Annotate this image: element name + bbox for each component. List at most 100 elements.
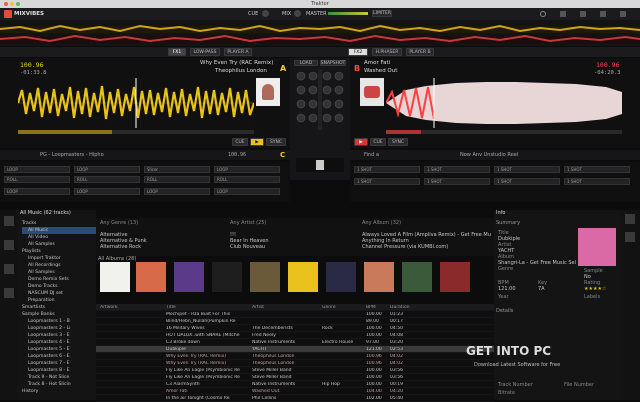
- explorer-icon[interactable]: [4, 264, 14, 274]
- cue-volume-knob[interactable]: [262, 10, 269, 17]
- deck-b-position-bar[interactable]: [386, 130, 622, 134]
- pad-a6[interactable]: ROLL: [74, 176, 140, 183]
- tree-item[interactable]: Track 8 - Hot Slicin: [22, 381, 96, 388]
- tree-item[interactable]: All Music: [22, 227, 96, 234]
- info-tab-icon[interactable]: [625, 214, 635, 224]
- maximize-window-button[interactable]: [16, 2, 20, 6]
- deck-b-sync-button[interactable]: SYNC: [388, 138, 408, 146]
- snapshot-button[interactable]: SNAPSHOT: [320, 60, 346, 66]
- tree-item[interactable]: Preparation: [22, 297, 96, 304]
- column-title[interactable]: Title: [166, 305, 252, 310]
- pad-b1[interactable]: 1 SHOT: [354, 166, 420, 173]
- tree-item[interactable]: Loopmasters 8 - E: [22, 367, 96, 374]
- minimize-window-button[interactable]: [10, 2, 14, 6]
- track-row[interactable]: Why Even Try (RAC Remix) Theophilus Londo…: [96, 360, 494, 367]
- samples-tab-icon[interactable]: [625, 232, 635, 242]
- deck-a-play-button[interactable]: ▶: [250, 138, 264, 146]
- tree-item[interactable]: Loopmasters 3 - E: [22, 332, 96, 339]
- track-row[interactable]: Fly Like An Eagle (Psymbionic Re Steve Mi…: [96, 374, 494, 381]
- track-row[interactable]: Mochipet - Rza Built For This 100.00 01:23: [96, 311, 494, 318]
- pad-b5[interactable]: 1 SHOT: [354, 178, 420, 185]
- track-row[interactable]: 16 Military Wives The Decemberists Rock 100…: [96, 325, 494, 332]
- tree-item[interactable]: All Samples: [22, 241, 96, 248]
- fx2-toggle[interactable]: FX2: [348, 48, 368, 56]
- track-row[interactable]: C3 AlarmSynth Native Instruments Hip Hop 10…: [96, 381, 494, 388]
- tree-item[interactable]: Smartlists: [22, 304, 96, 311]
- video-icon[interactable]: [4, 288, 14, 298]
- tree-item[interactable]: All Samples: [22, 269, 96, 276]
- column-artist[interactable]: Artist: [252, 305, 322, 310]
- deck-a-waveform[interactable]: [18, 78, 254, 128]
- fx1-toggle[interactable]: FX1: [168, 48, 186, 56]
- deck-b-waveform[interactable]: [386, 78, 622, 128]
- deck-b-cue-button[interactable]: CUE: [370, 138, 386, 146]
- tree-item[interactable]: Demo Tracks: [22, 283, 96, 290]
- album-cover-1[interactable]: [100, 262, 130, 292]
- track-row[interactable]: Fly Like An Eagle (Psymbionic Re Steve Mi…: [96, 367, 494, 374]
- album-cover-3[interactable]: [174, 262, 204, 292]
- pad-a3[interactable]: Slicer: [144, 166, 210, 173]
- tree-item[interactable]: Loopmasters 4 - E: [22, 339, 96, 346]
- album-cover-8[interactable]: [364, 262, 394, 292]
- layout-icon[interactable]: [580, 11, 586, 17]
- album-cover-4[interactable]: [212, 262, 242, 292]
- pad-b7[interactable]: 1 SHOT: [494, 178, 560, 185]
- album-cover-10[interactable]: [440, 262, 470, 292]
- fx1-effect-select[interactable]: LOW-PASS: [190, 48, 220, 56]
- pad-b2[interactable]: 1 SHOT: [424, 166, 490, 173]
- mixer-eq-knobs[interactable]: [294, 70, 346, 134]
- record-icon[interactable]: [540, 11, 546, 17]
- pad-a10[interactable]: LOOP: [74, 188, 140, 195]
- pad-b4[interactable]: 1 SHOT: [564, 166, 630, 173]
- pad-a12[interactable]: LOOP: [214, 188, 280, 195]
- tree-item[interactable]: Import Traktor: [22, 255, 96, 262]
- album-cover-6[interactable]: [288, 262, 318, 292]
- column-duration[interactable]: Duration: [390, 305, 420, 310]
- tree-item[interactable]: Loopmasters 6 - E: [22, 353, 96, 360]
- pad-a5[interactable]: ROLL: [4, 176, 70, 183]
- overview-waveforms[interactable]: [0, 20, 640, 46]
- column-genre[interactable]: Genre: [322, 305, 366, 310]
- artist-item[interactable]: Club Nouveau: [230, 244, 269, 250]
- tree-item[interactable]: Loopmasters 7 - E: [22, 360, 96, 367]
- tree-item[interactable]: History: [22, 388, 96, 395]
- track-row[interactable]: C3 Broke down Native Instruments Electro H…: [96, 339, 494, 346]
- tree-item[interactable]: All Recordings: [22, 262, 96, 269]
- pad-b8[interactable]: 1 SHOT: [564, 178, 630, 185]
- pad-a9[interactable]: LOOP: [4, 188, 70, 195]
- pad-a8[interactable]: ROLL: [214, 176, 280, 183]
- column-artwork[interactable]: Artwork: [96, 305, 166, 310]
- limiter-button[interactable]: LIMITER: [372, 10, 392, 17]
- deck-a-position-bar[interactable]: [18, 130, 254, 134]
- album-cover-7[interactable]: [326, 262, 356, 292]
- tree-item[interactable]: Loopmasters 2 - Li: [22, 325, 96, 332]
- fx2-effect-select[interactable]: H.PHASER: [372, 48, 402, 56]
- crossfader[interactable]: [296, 158, 344, 172]
- mix-knob[interactable]: [294, 10, 301, 17]
- tree-item[interactable]: Track 9 - Not Slice: [22, 374, 96, 381]
- menu-icon[interactable]: [620, 11, 626, 17]
- track-row[interactable]: Blind/Hebn_Nullah(Pumpkin Re 89.00 00:17: [96, 318, 494, 325]
- pad-a1[interactable]: LOOP: [4, 166, 70, 173]
- genre-item[interactable]: Alternative Rock: [100, 244, 147, 250]
- tree-item[interactable]: All Video: [22, 234, 96, 241]
- fullscreen-icon[interactable]: [600, 11, 606, 17]
- deck-a-sync-button[interactable]: SYNC: [266, 138, 286, 146]
- load-button[interactable]: LOAD: [294, 60, 318, 66]
- close-window-button[interactable]: [4, 2, 8, 6]
- music-icon[interactable]: [4, 240, 14, 250]
- settings-icon[interactable]: [560, 11, 566, 17]
- pad-a11[interactable]: LOOP: [144, 188, 210, 195]
- track-row[interactable]: HOT DALUX..with SNARE (Mitche Fred Neely 1…: [96, 332, 494, 339]
- track-row[interactable]: Dubkiple YACHT 121.00 02:53: [96, 346, 494, 353]
- info-rating-stars[interactable]: ★★★★☆: [584, 286, 606, 292]
- tree-item[interactable]: Playlists: [22, 248, 96, 255]
- pad-a4[interactable]: LOOP: [214, 166, 280, 173]
- column-bpm[interactable]: BPM: [366, 305, 390, 310]
- track-row[interactable]: Why Even Try (RAC Remix) Theophilus Londo…: [96, 353, 494, 360]
- fx1-target-select[interactable]: PLAYER A: [224, 48, 252, 56]
- deck-a-cue-button[interactable]: CUE: [232, 138, 248, 146]
- tree-item[interactable]: Loopmasters 1 - B: [22, 318, 96, 325]
- album-item[interactable]: Channel Pressure (via KUMBI.com): [362, 244, 491, 250]
- tree-item[interactable]: Demo Remix Sets: [22, 276, 96, 283]
